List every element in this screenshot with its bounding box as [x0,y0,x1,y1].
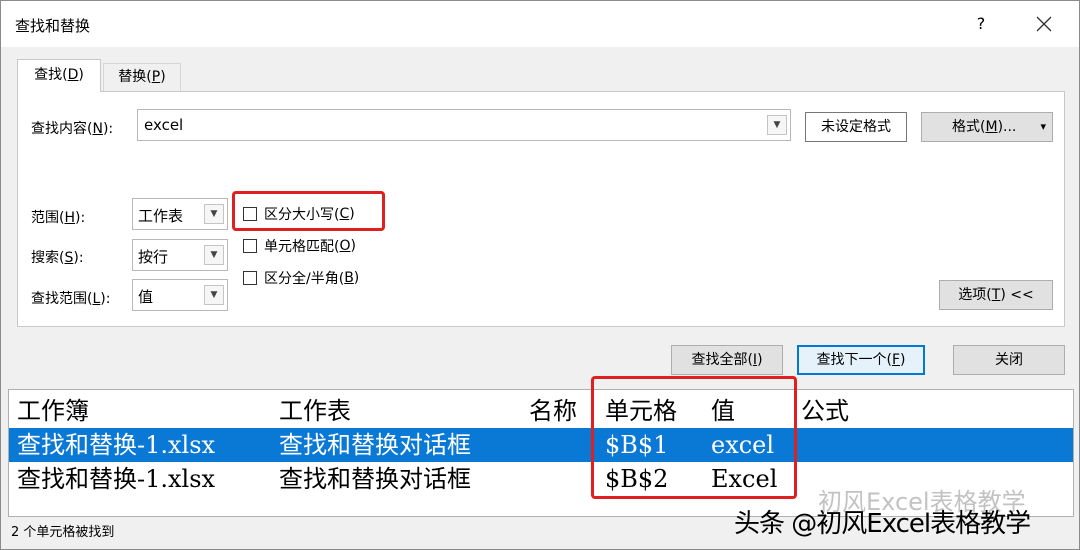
cell-workbook: 查找和替换-1.xlsx [17,431,216,459]
checkbox-box[interactable] [243,271,257,285]
find-what-input[interactable]: excel ▼ [137,109,791,141]
column-header-formula[interactable]: 公式 [801,394,849,428]
watermark: 头条 @初风Excel表格教学 [734,509,1031,539]
table-row[interactable]: 查找和替换-1.xlsx 查找和替换对话框 $B$1 excel [9,428,1073,462]
status-bar-text: 2 个单元格被找到 [11,525,115,540]
cell-sheet: 查找和替换对话框 [279,465,471,493]
window-title: 查找和替换 [15,17,91,35]
match-byte-checkbox[interactable]: 区分全/半角(B) [243,268,359,288]
look-in-select[interactable]: 值 ▼ [132,279,228,311]
highlight-match-case [232,191,385,231]
scope-select[interactable]: 工作表 ▼ [132,198,228,230]
search-label: 搜索(S): [31,250,84,266]
tab-find[interactable]: 查找(D) [17,59,101,92]
cell-workbook: 查找和替换-1.xlsx [17,465,216,493]
search-select[interactable]: 按行 ▼ [132,239,228,271]
find-what-label: 查找内容(N): [31,121,114,137]
chevron-down-icon: ▼ [204,285,224,305]
chevron-down-icon: ▼ [204,245,224,265]
close-window-button[interactable] [1027,11,1061,37]
find-all-button[interactable]: 查找全部(I) [671,345,783,375]
cell-sheet: 查找和替换对话框 [279,431,471,459]
find-replace-dialog: 查找和替换 ? 查找(D) 替换(P) 查找内容(N): excel ▼ 未设定… [0,0,1080,550]
highlight-cell-value-columns [591,376,797,499]
close-button[interactable]: 关闭 [953,345,1065,375]
chevron-down-icon: ▼ [204,204,224,224]
checkbox-box[interactable] [243,239,257,253]
find-next-button[interactable]: 查找下一个(F) [797,345,925,375]
tab-replace[interactable]: 替换(P) [103,63,181,91]
help-button[interactable]: ? [969,11,993,37]
format-status-preview: 未设定格式 [805,112,907,142]
close-icon [1036,16,1052,32]
look-in-label: 查找范围(L): [31,291,111,307]
options-toggle-button[interactable]: 选项(T) << [939,280,1053,310]
results-header: 工作簿 工作表 名称 单元格 值 公式 [9,394,1073,428]
chevron-down-icon[interactable]: ▼ [767,115,787,135]
title-bar: 查找和替换 ? [1,1,1079,47]
match-entire-cell-checkbox[interactable]: 单元格匹配(O) [243,236,356,256]
column-header-name[interactable]: 名称 [529,394,577,428]
dropdown-arrow-icon: ▾ [1040,120,1046,133]
scope-label: 范围(H): [31,210,86,226]
format-button[interactable]: 格式(M)... ▾ [921,112,1053,142]
column-header-sheet[interactable]: 工作表 [279,394,351,428]
column-header-workbook[interactable]: 工作簿 [17,394,89,428]
find-what-value: excel [144,116,184,134]
